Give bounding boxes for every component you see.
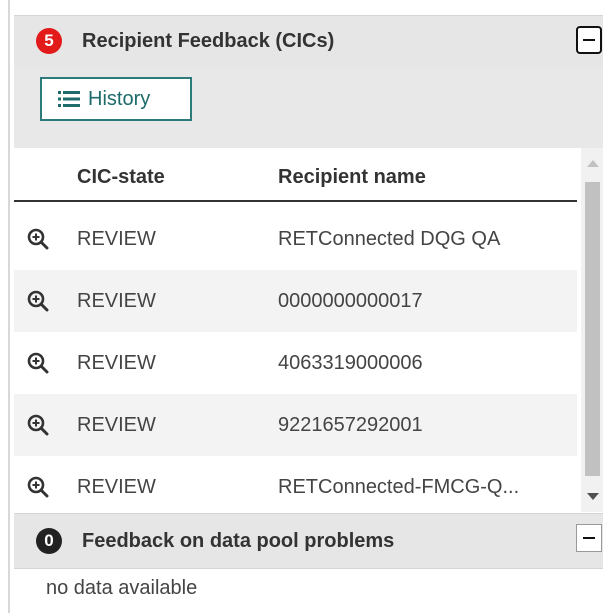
data-pool-feedback-title: Feedback on data pool problems bbox=[82, 530, 395, 552]
recipient-feedback-collapse-button[interactable] bbox=[576, 26, 602, 54]
zoom-in-icon[interactable] bbox=[27, 414, 49, 436]
feedback-pane: 5 Recipient Feedback (CICs) History CIC-… bbox=[8, 0, 603, 613]
header-divider bbox=[14, 200, 577, 202]
scroll-thumb[interactable] bbox=[585, 182, 600, 476]
zoom-in-icon[interactable] bbox=[27, 352, 49, 374]
recipient-feedback-header: 5 Recipient Feedback (CICs) bbox=[14, 15, 603, 69]
cic-table: CIC-state Recipient name REVIEW RETConne… bbox=[14, 148, 603, 512]
recipient-name-cell: 0000000000017 bbox=[278, 290, 423, 312]
list-icon bbox=[58, 91, 80, 107]
recipient-name-cell: 9221657292001 bbox=[278, 414, 423, 436]
zoom-in-icon[interactable] bbox=[27, 476, 49, 498]
cic-state-cell: REVIEW bbox=[77, 414, 156, 436]
zoom-in-icon[interactable] bbox=[27, 228, 49, 250]
data-pool-feedback-count-badge: 0 bbox=[36, 528, 62, 554]
zoom-in-icon[interactable] bbox=[27, 290, 49, 312]
pane-border bbox=[8, 0, 10, 613]
recipient-name-cell: RETConnected-FMCG-Q... bbox=[278, 476, 520, 498]
column-header-recipient-name[interactable]: Recipient name bbox=[278, 166, 426, 189]
column-header-cic-state[interactable]: CIC-state bbox=[77, 166, 165, 189]
data-pool-feedback-collapse-button[interactable] bbox=[576, 524, 602, 552]
recipient-feedback-count-badge: 5 bbox=[36, 28, 62, 54]
cic-state-cell: REVIEW bbox=[77, 228, 156, 250]
data-pool-feedback-header: 0 Feedback on data pool problems bbox=[14, 513, 603, 569]
table-row: REVIEW 9221657292001 bbox=[14, 394, 577, 456]
cic-state-cell: REVIEW bbox=[77, 290, 156, 312]
table-row: REVIEW 0000000000017 bbox=[14, 270, 577, 332]
table-row: REVIEW RETConnected DQG QA bbox=[14, 208, 577, 270]
scroll-up-arrow-icon[interactable] bbox=[587, 160, 599, 167]
cic-state-cell: REVIEW bbox=[77, 352, 156, 374]
table-row: REVIEW RETConnected-FMCG-Q... bbox=[14, 456, 577, 518]
empty-state-text: no data available bbox=[46, 577, 198, 599]
cic-state-cell: REVIEW bbox=[77, 476, 156, 498]
history-button[interactable]: History bbox=[40, 77, 192, 121]
recipient-feedback-toolbar: History bbox=[14, 68, 603, 148]
recipient-feedback-title: Recipient Feedback (CICs) bbox=[82, 30, 335, 52]
history-button-label: History bbox=[88, 88, 151, 110]
table-row: REVIEW 4063319000006 bbox=[14, 332, 577, 394]
table-scrollbar[interactable] bbox=[581, 148, 603, 512]
recipient-name-cell: RETConnected DQG QA bbox=[278, 228, 501, 250]
recipient-name-cell: 4063319000006 bbox=[278, 352, 423, 374]
scroll-down-arrow-icon[interactable] bbox=[587, 493, 599, 500]
